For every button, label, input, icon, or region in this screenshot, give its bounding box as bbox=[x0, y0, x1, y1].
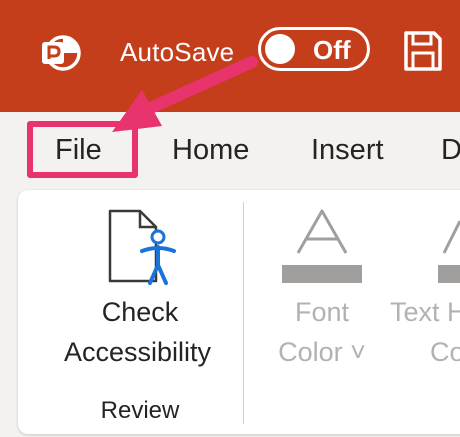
check-accessibility-line2[interactable]: Accessibility bbox=[50, 336, 225, 368]
toggle-knob bbox=[265, 34, 295, 64]
review-group-label: Review bbox=[100, 397, 180, 424]
tab-insert[interactable]: Insert bbox=[311, 133, 384, 167]
save-icon[interactable] bbox=[403, 30, 443, 72]
document-accessibility-icon bbox=[108, 209, 176, 285]
tab-design-partial[interactable]: D bbox=[441, 133, 460, 167]
toggle-state-label: Off bbox=[313, 35, 351, 65]
file-tab-highlight-box bbox=[27, 121, 138, 178]
text-highlight-icon bbox=[438, 220, 460, 283]
autosave-label: AutoSave bbox=[120, 37, 235, 67]
tab-home[interactable]: Home bbox=[172, 133, 249, 167]
autosave-toggle[interactable]: Off bbox=[258, 27, 370, 71]
text-highlight-line2: Co bbox=[430, 337, 460, 367]
font-color-icon bbox=[282, 209, 362, 283]
text-highlight-line1: Text H bbox=[390, 297, 460, 327]
font-color-line2: Color ˅ bbox=[278, 337, 366, 367]
powerpoint-logo-icon bbox=[42, 35, 81, 71]
font-color-line1: Font bbox=[294, 297, 350, 327]
group-separator bbox=[243, 202, 244, 424]
check-accessibility-line1[interactable]: Check bbox=[60, 296, 220, 328]
